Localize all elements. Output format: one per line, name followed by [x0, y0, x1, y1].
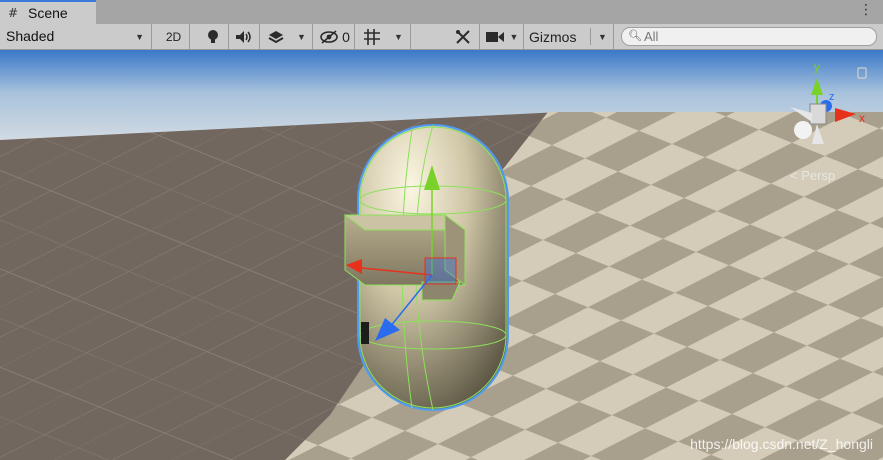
speaker-icon [236, 30, 251, 43]
tab-bar: # Scene ⋮ [0, 0, 883, 24]
search-field[interactable]: 🔍︎ [621, 27, 877, 46]
hidden-objects-toggle[interactable]: 0 [315, 24, 355, 49]
chevron-down-icon: ▼ [394, 31, 403, 42]
search-input[interactable] [644, 29, 869, 44]
tab-scene-label: Scene [28, 5, 68, 21]
hidden-count: 0 [342, 28, 350, 45]
audio-toggle-button[interactable] [229, 24, 260, 49]
scene-viewport[interactable]: y z x < Persp https://blog.csdn.net/Z_ho… [0, 50, 883, 460]
grid-dropdown[interactable]: ▼ [387, 24, 411, 49]
tools-icon [456, 29, 470, 44]
watermark: https://blog.csdn.net/Z_hongli [690, 436, 873, 452]
lighting-toggle-button[interactable] [198, 24, 229, 49]
camera-icon [485, 31, 504, 42]
tab-scene[interactable]: # Scene [0, 0, 96, 24]
draw-mode-label: Shaded [6, 28, 55, 44]
grid-toggle-button[interactable] [357, 24, 387, 49]
chevron-down-icon: ▼ [297, 31, 306, 42]
eye-slash-icon [320, 29, 338, 44]
chevron-down-icon: ▼ [509, 31, 519, 42]
layers-icon [268, 30, 283, 43]
effects-dropdown[interactable]: ▼ [291, 24, 313, 49]
scene-render: y z x [0, 50, 883, 460]
grid-snap-icon [364, 28, 380, 45]
effects-toggle-button[interactable] [260, 24, 291, 49]
scene-tools-button[interactable] [447, 24, 480, 49]
axis-label-y: y [814, 60, 820, 74]
camera-settings-button[interactable]: ▼ [480, 24, 524, 49]
grid-icon: # [8, 6, 19, 20]
toggle-2d-button[interactable]: 2D [158, 24, 190, 49]
gizmos-dropdown[interactable]: Gizmos ▼ [524, 24, 614, 49]
scene-toolbar: Shaded ▼ 2D ▼ 0 ▼ ▼ Gizmos ▼ 🔍︎ [0, 24, 883, 50]
lightbulb-icon [208, 29, 218, 43]
chevron-down-icon: ▼ [598, 32, 607, 42]
axis-label-z: z [829, 91, 835, 103]
divider [590, 28, 591, 45]
draw-mode-dropdown[interactable]: Shaded ▼ [0, 24, 152, 49]
axis-label-x: x [859, 111, 865, 125]
gizmos-label: Gizmos [529, 28, 577, 45]
projection-label[interactable]: < Persp [790, 168, 835, 183]
kebab-menu-icon[interactable]: ⋮ [859, 2, 873, 18]
toggle-2d-label: 2D [165, 29, 182, 44]
chevron-down-icon: ▼ [135, 32, 144, 42]
search-icon: 🔍︎ [628, 29, 642, 42]
